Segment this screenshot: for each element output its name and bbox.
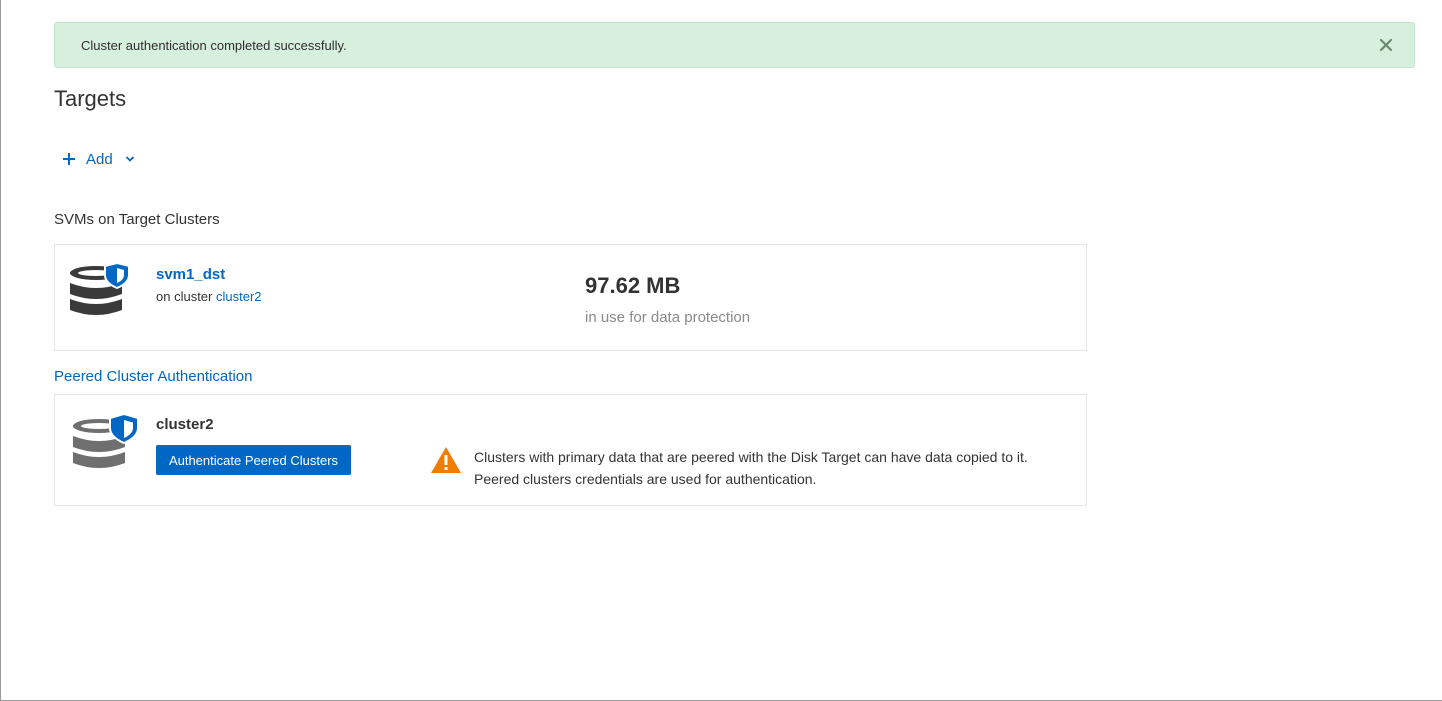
add-button[interactable]: Add: [62, 147, 135, 171]
usage-label: in use for data protection: [585, 309, 751, 326]
plus-icon: [63, 153, 75, 165]
close-icon[interactable]: [1378, 37, 1394, 53]
warning-line-1: Clusters with primary data that are peer…: [474, 449, 1028, 465]
svms-section-title: SVMs on Target Clusters: [54, 211, 220, 228]
peered-cluster-name: cluster2: [156, 416, 214, 433]
warning-line-2: Peered clusters credentials are used for…: [474, 471, 817, 487]
success-alert: Cluster authentication completed success…: [54, 22, 1415, 68]
database-shield-icon: [73, 413, 139, 468]
database-shield-icon: [70, 263, 130, 315]
peered-cluster-card: cluster2 Authenticate Peered Clusters Cl…: [54, 394, 1087, 506]
peered-section-title[interactable]: Peered Cluster Authentication: [54, 368, 252, 385]
chevron-down-icon[interactable]: [125, 155, 135, 163]
add-label: Add: [86, 150, 113, 168]
svm-card: svm1_dst on cluster cluster2 97.62 MB in…: [54, 244, 1087, 351]
cluster-link[interactable]: cluster2: [216, 289, 262, 304]
svm-name-link[interactable]: svm1_dst: [156, 266, 225, 283]
warning-text: Clusters with primary data that are peer…: [474, 446, 1028, 490]
cluster-prefix: on cluster: [156, 289, 213, 304]
alert-message: Cluster authentication completed success…: [81, 37, 347, 53]
authenticate-peered-clusters-button[interactable]: Authenticate Peered Clusters: [156, 445, 351, 475]
page-title: Targets: [54, 86, 127, 111]
usage-value: 97.62 MB: [585, 273, 681, 298]
svm-cluster-info: on cluster cluster2: [156, 289, 262, 304]
warning-icon: [431, 447, 461, 473]
